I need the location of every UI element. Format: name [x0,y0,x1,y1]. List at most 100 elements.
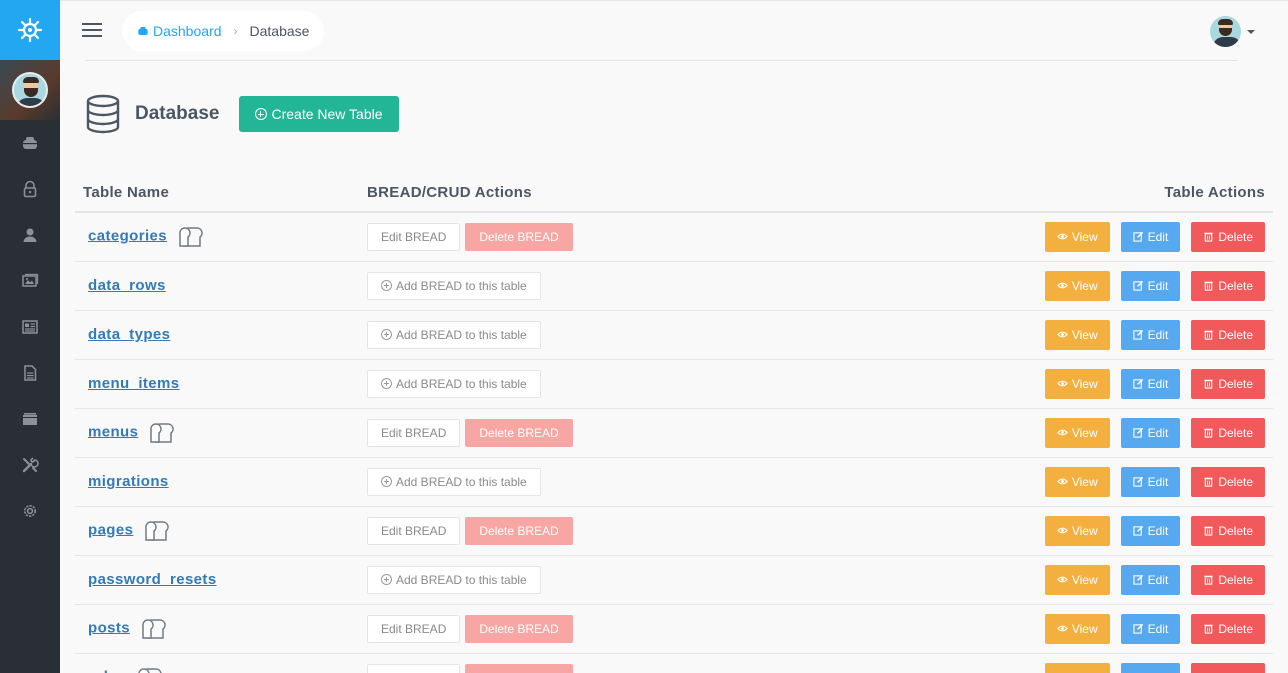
edit-bread-button[interactable]: Edit BREAD [367,516,461,545]
sidebar-item-settings[interactable] [0,488,60,534]
bread-actions-cell: Edit BREAD Delete BREAD [367,212,786,262]
delete-bread-label: Delete BREAD [479,425,559,440]
sidebar-item-tools[interactable] [0,442,60,488]
file-icon [24,365,37,381]
table-name-link[interactable]: posts [88,619,130,636]
add-bread-button[interactable]: Add BREAD to this table [367,271,541,300]
edit-button[interactable]: Edit [1120,319,1181,350]
sidebar-item-posts[interactable] [0,304,60,350]
edit-label: Edit [1147,474,1169,489]
delete-button[interactable]: Delete [1191,221,1265,252]
user-menu[interactable] [1210,16,1255,47]
edit-button[interactable]: Edit [1120,417,1181,448]
edit-icon [1132,329,1143,340]
table-name-link[interactable]: menus [88,423,138,440]
table-name-link[interactable]: data_types [88,326,170,343]
table-name-link[interactable]: roles [88,668,126,673]
edit-button[interactable]: Edit [1120,564,1181,595]
table-row: menus Edit BREAD Delete BREAD View Edit Delet… [75,408,1273,458]
add-bread-button[interactable]: Add BREAD to this table [367,565,541,594]
edit-bread-button[interactable]: Edit BREAD [367,222,461,251]
edit-button[interactable]: Edit [1120,221,1181,252]
table-body: categories Edit BREAD Delete BREAD View Edit… [75,212,1273,673]
view-button[interactable]: View [1044,662,1110,673]
sidebar-item-pages[interactable] [0,350,60,396]
table-name-link[interactable]: data_rows [88,277,166,294]
add-bread-label: Add BREAD to this table [396,278,527,293]
sidebar-item-media[interactable] [0,258,60,304]
add-bread-label: Add BREAD to this table [396,474,527,489]
table-name-link[interactable]: menu_items [88,375,180,392]
edit-bread-button[interactable]: Edit BREAD [367,614,461,643]
eye-icon [1056,527,1068,534]
delete-button[interactable]: Delete [1191,319,1265,350]
delete-button[interactable]: Delete [1191,466,1265,497]
table-actions-cell: View Edit Delete [785,506,1273,556]
hamburger-icon[interactable] [82,23,102,39]
breadcrumb-home[interactable]: Dashboard [137,23,222,39]
folder-icon [23,413,37,425]
delete-bread-button[interactable]: Delete BREAD [465,222,573,251]
table-actions-cell: View Edit Delete [785,457,1273,507]
view-button[interactable]: View [1044,319,1110,350]
table-name-link[interactable]: categories [88,227,167,244]
table-actions-cell: View Edit Delete [785,261,1273,311]
edit-bread-label: Edit BREAD [381,425,447,440]
bread-actions-cell: Edit BREAD Delete BREAD [367,506,786,556]
edit-button[interactable]: Edit [1120,613,1181,644]
sidebar-item-categories[interactable] [0,396,60,442]
table-name-cell: password_resets [75,555,367,605]
edit-button[interactable]: Edit [1120,662,1181,673]
table-row: categories Edit BREAD Delete BREAD View Edit… [75,212,1273,262]
view-button[interactable]: View [1044,221,1110,252]
sidebar-item-roles[interactable] [0,166,60,212]
brand-logo[interactable] [0,0,60,60]
view-button[interactable]: View [1044,368,1110,399]
table-name-link[interactable]: pages [88,521,133,538]
lock-icon [23,180,37,198]
table-name-link[interactable]: migrations [88,473,169,490]
database-icon [86,94,120,134]
edit-bread-label: Edit BREAD [381,523,447,538]
delete-bread-button[interactable]: Delete BREAD [465,516,573,545]
delete-button[interactable]: Delete [1191,662,1265,673]
delete-button[interactable]: Delete [1191,270,1265,301]
sidebar-item-dashboard[interactable] [0,120,60,166]
delete-button[interactable]: Delete [1191,515,1265,546]
edit-button[interactable]: Edit [1120,466,1181,497]
table-row: migrations Add BREAD to this table View Edi… [75,457,1273,507]
add-bread-button[interactable]: Add BREAD to this table [367,467,541,496]
delete-label: Delete [1218,376,1253,391]
view-button[interactable]: View [1044,466,1110,497]
view-button[interactable]: View [1044,270,1110,301]
delete-button[interactable]: Delete [1191,417,1265,448]
edit-bread-button[interactable]: Edit BREAD [367,418,461,447]
delete-button[interactable]: Delete [1191,368,1265,399]
edit-bread-button[interactable]: Edit BREAD [367,663,461,673]
add-bread-button[interactable]: Add BREAD to this table [367,320,541,349]
bread-actions-cell: Add BREAD to this table [367,261,786,311]
delete-bread-button[interactable]: Delete BREAD [465,418,573,447]
table-actions-cell: View Edit Delete [785,310,1273,360]
edit-icon [1132,623,1143,634]
view-button[interactable]: View [1044,515,1110,546]
user-icon [23,228,37,242]
edit-button[interactable]: Edit [1120,270,1181,301]
view-button[interactable]: View [1044,564,1110,595]
delete-bread-button[interactable]: Delete BREAD [465,614,573,643]
delete-button[interactable]: Delete [1191,564,1265,595]
delete-label: Delete [1218,278,1253,293]
view-button[interactable]: View [1044,417,1110,448]
sidebar-item-users[interactable] [0,212,60,258]
add-bread-button[interactable]: Add BREAD to this table [367,369,541,398]
edit-button[interactable]: Edit [1120,515,1181,546]
delete-bread-button[interactable]: Delete BREAD [465,663,573,673]
create-new-table-button[interactable]: Create New Table [238,96,399,132]
table-actions-cell: View Edit Delete [785,653,1273,673]
delete-button[interactable]: Delete [1191,613,1265,644]
edit-button[interactable]: Edit [1120,368,1181,399]
add-bread-label: Add BREAD to this table [396,376,527,391]
sidebar-user[interactable] [0,60,60,120]
table-name-link[interactable]: password_resets [88,571,217,588]
view-button[interactable]: View [1044,613,1110,644]
